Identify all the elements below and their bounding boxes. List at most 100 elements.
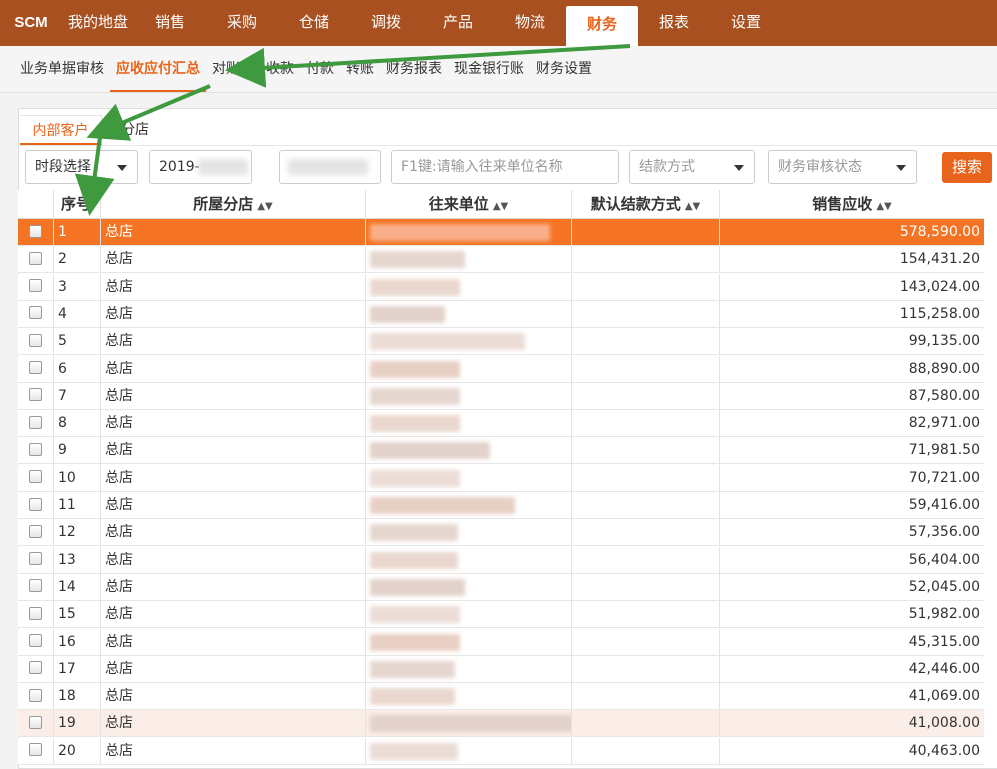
subnav-item-finance-settings[interactable]: 财务设置 [530,46,598,92]
subnav-item-cash-bank[interactable]: 现金银行账 [448,46,530,92]
row-checkbox[interactable] [29,333,42,347]
table-row[interactable]: 8 总店 82,971.00 [18,410,984,438]
table-row[interactable]: 17 总店 42,446.00 [18,655,984,683]
search-button[interactable]: 搜索 [942,152,992,183]
row-checkbox[interactable] [29,224,42,238]
row-party [366,219,572,245]
row-checkbox[interactable] [29,688,42,702]
column-header-receivable[interactable]: 销售应收 ▲▼ [720,190,984,218]
audit-status-select[interactable]: 财务审核状态 [768,150,917,184]
nav-item-transfer[interactable]: 调拨 [350,0,422,46]
row-checkbox[interactable] [29,388,42,402]
table-row[interactable]: 15 总店 51,982.00 [18,601,984,629]
row-party [366,300,572,327]
row-receivable: 82,971.00 [908,415,980,432]
row-index: 20 [54,737,101,764]
row-checkbox[interactable] [29,251,42,265]
row-checkbox[interactable] [29,442,42,456]
redacted-party-name [370,333,525,351]
row-checkbox[interactable] [29,606,42,620]
nav-item-logistics[interactable]: 物流 [494,0,566,46]
row-settlement [572,464,720,491]
subnav-item-statement[interactable]: 对账单 [206,46,260,92]
brand-logo[interactable]: SCM [0,0,62,46]
nav-item-reports[interactable]: 报表 [638,0,710,46]
keyword-input[interactable]: F1键:请输入往来单位名称 [391,150,619,184]
nav-item-settings[interactable]: 设置 [710,0,782,46]
table-row[interactable]: 3 总店 143,024.00 [18,273,984,301]
row-checkbox[interactable] [29,415,42,429]
column-header-settlement[interactable]: 默认结款方式 ▲▼ [572,190,720,218]
table-row[interactable]: 13 总店 56,404.00 [18,546,984,574]
table-row[interactable]: 9 总店 71,981.50 [18,437,984,465]
table-row[interactable]: 5 总店 99,135.00 [18,328,984,356]
row-checkbox-cell [18,710,54,737]
row-receivable: 41,069.00 [908,688,980,705]
row-checkbox[interactable] [29,470,42,484]
row-checkbox-cell [18,410,54,437]
column-header-branch[interactable]: 所屋分店 ▲▼ [101,190,366,218]
nav-item-products[interactable]: 产品 [422,0,494,46]
row-index: 7 [54,382,101,409]
row-checkbox[interactable] [29,279,42,293]
table-row[interactable]: 12 总店 57,356.00 [18,519,984,547]
table-row[interactable]: 2 总店 154,431.20 [18,246,984,274]
nav-item-purchase[interactable]: 采购 [206,0,278,46]
row-branch: 总店 [101,410,366,437]
tab-branch[interactable]: 分店 [121,115,149,145]
column-header-party[interactable]: 往来单位 ▲▼ [366,190,572,218]
top-nav: SCM 我的地盘 销售 采购 仓储 调拨 产品 物流 财务 报表 设置 [0,0,997,46]
row-checkbox-cell [18,300,54,327]
row-checkbox-cell [18,355,54,382]
row-checkbox[interactable] [29,634,42,647]
nav-item-sales[interactable]: 销售 [134,0,206,46]
subnav-item-finance-report[interactable]: 财务报表 [380,46,448,92]
row-receivable: 143,024.00 [899,278,980,295]
table-row[interactable]: 11 总店 59,416.00 [18,492,984,519]
row-checkbox[interactable] [29,661,42,675]
subnav-item-receipt[interactable]: 收款 [260,46,300,92]
redacted-party-name [370,633,460,651]
date-start-input[interactable]: 2019- [149,150,252,184]
row-checkbox[interactable] [29,497,42,511]
table-row[interactable]: 1 总店 578,590.00 [18,219,984,246]
tab-internal-customer[interactable]: 内部客户 [20,115,102,145]
table-row[interactable]: 16 总店 45,315.00 [18,628,984,656]
row-checkbox[interactable] [29,715,42,729]
row-settlement [572,328,720,355]
table-row[interactable]: 7 总店 87,580.00 [18,382,984,410]
table-row[interactable]: 14 总店 52,045.00 [18,573,984,601]
table-row[interactable]: 10 总店 70,721.00 [18,464,984,492]
nav-item-finance[interactable]: 财务 [566,6,638,46]
subnav-item-ar-ap-summary[interactable]: 应收应付汇总 [110,46,206,92]
subnav-item-doc-audit[interactable]: 业务单据审核 [14,46,110,92]
nav-item-home[interactable]: 我的地盘 [62,0,134,46]
row-party [366,246,572,273]
row-index: 6 [54,355,101,382]
audit-status-select-value: 财务审核状态 [778,159,862,175]
nav-item-warehouse[interactable]: 仓储 [278,0,350,46]
row-receivable: 42,446.00 [908,660,980,677]
table-row[interactable]: 18 总店 41,069.00 [18,683,984,711]
period-select[interactable]: 时段选择 [25,150,138,184]
row-checkbox[interactable] [29,524,42,538]
table-row[interactable]: 4 总店 115,258.00 [18,300,984,328]
row-checkbox[interactable] [29,306,42,320]
row-branch: 总店 [101,601,366,628]
table-row[interactable]: 20 总店 40,463.00 [18,737,984,765]
settlement-select-value: 结款方式 [639,159,695,175]
column-header-branch-label: 所屋分店 [193,195,254,213]
row-checkbox-cell [18,737,54,764]
date-end-input[interactable] [279,150,381,184]
row-checkbox[interactable] [29,361,42,374]
table-row[interactable]: 19 总店 41,008.00 [18,710,984,738]
chevron-down-icon [117,165,127,171]
settlement-select[interactable]: 结款方式 [629,150,755,184]
table-row[interactable]: 6 总店 88,890.00 [18,355,984,383]
row-party [366,573,572,600]
row-checkbox[interactable] [29,552,42,566]
subnav-item-payment[interactable]: 付款 [300,46,340,92]
subnav-item-transfer[interactable]: 转账 [340,46,380,92]
row-checkbox[interactable] [29,743,42,757]
row-checkbox[interactable] [29,579,42,593]
